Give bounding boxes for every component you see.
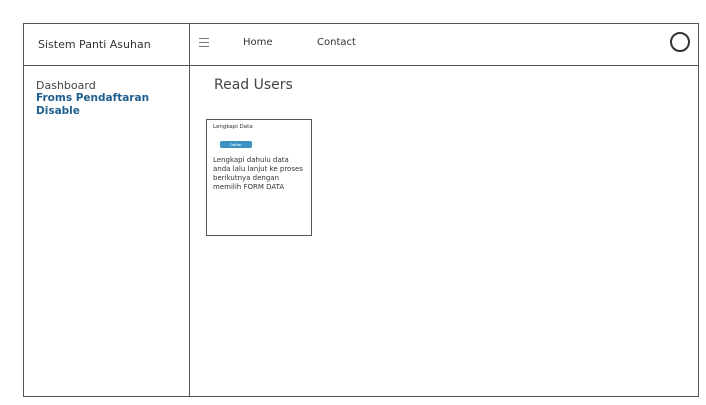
sidebar-item-froms-pendaftaran[interactable]: Froms Pendaftaran [36,92,177,105]
hamburger-menu-icon[interactable] [199,38,209,48]
nav-home-link[interactable]: Home [243,37,273,48]
card-title: Lengkapi Data [213,124,253,130]
sidebar-item-dashboard[interactable]: Dashboard [36,79,177,92]
sidebar-item-disable[interactable]: Disable [36,105,177,118]
info-card: Lengkapi Data Daftar Lengkapi dahulu dat… [206,119,312,236]
app-title: Sistem Panti Asuhan [24,24,190,65]
top-bar: Sistem Panti Asuhan Home Contact [24,24,698,66]
circle-icon[interactable] [670,32,690,52]
card-action-button[interactable]: Daftar [220,141,252,148]
sidebar: Dashboard Froms Pendaftaran Disable [24,65,190,396]
app-frame: Sistem Panti Asuhan Home Contact Dashboa… [23,23,699,397]
card-text: Lengkapi dahulu data anda lalu lanjut ke… [213,156,303,191]
page-title: Read Users [214,77,293,93]
nav-contact-link[interactable]: Contact [317,37,356,48]
